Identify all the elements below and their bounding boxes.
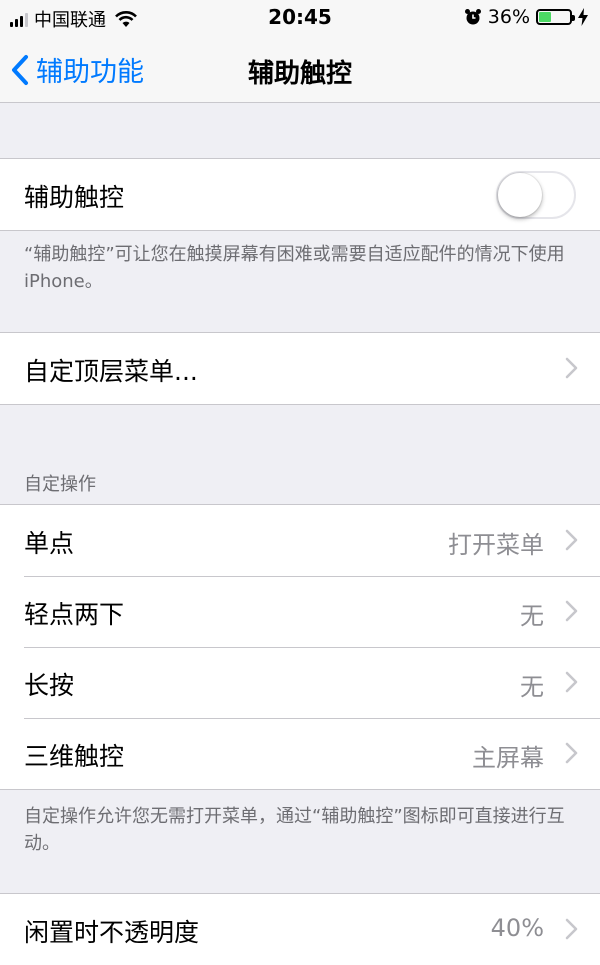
- idle-opacity-value: 40%: [490, 914, 544, 942]
- action-value: 主屏幕: [472, 744, 544, 772]
- action-label: 轻点两下: [24, 600, 125, 629]
- action-value: 无: [520, 602, 544, 630]
- status-bar: 中国联通 20:45 36%: [0, 0, 600, 36]
- toggle-knob: [498, 173, 542, 217]
- status-right: 36%: [464, 6, 588, 28]
- action-row-single-tap[interactable]: 单点 打开菜单: [0, 505, 600, 576]
- action-value: 无: [520, 673, 544, 701]
- action-label: 三维触控: [24, 742, 125, 771]
- custom-menu-label: 自定顶层菜单...: [24, 357, 198, 386]
- alarm-clock-icon: [464, 9, 481, 25]
- custom-actions-footer: 自定操作允许您无需打开菜单，通过“辅助触控”图标即可直接进行互动。: [24, 806, 565, 854]
- chevron-right-icon: [565, 600, 578, 622]
- action-label: 长按: [24, 671, 75, 700]
- custom-menu-row[interactable]: 自定顶层菜单...: [0, 333, 600, 404]
- custom-actions-group: 单点 打开菜单 轻点两下 无 长按 无 三维触控 主屏幕: [0, 504, 600, 790]
- action-row-double-tap[interactable]: 轻点两下 无: [0, 576, 600, 647]
- chevron-right-icon: [565, 671, 578, 693]
- page-title: 辅助触控: [247, 59, 352, 89]
- idle-opacity-group: 闲置时不透明度 40%: [0, 893, 600, 965]
- charging-bolt-icon: [578, 8, 588, 26]
- chevron-right-icon: [565, 529, 578, 551]
- chevron-right-icon: [565, 918, 578, 940]
- action-label: 单点: [24, 529, 75, 558]
- idle-opacity-label: 闲置时不透明度: [24, 918, 200, 947]
- battery-icon: [536, 9, 575, 25]
- action-value: 打开菜单: [448, 531, 544, 559]
- chevron-right-icon: [565, 357, 578, 379]
- assistive-touch-row: 辅助触控: [0, 159, 600, 230]
- assistive-touch-toggle[interactable]: [496, 171, 576, 219]
- action-row-3d-touch[interactable]: 三维触控 主屏幕: [0, 718, 600, 789]
- battery-percent: 36%: [487, 6, 530, 28]
- action-row-long-press[interactable]: 长按 无: [0, 647, 600, 718]
- navigation-bar: 辅助功能 辅助触控: [0, 36, 600, 103]
- battery-fill: [539, 12, 551, 22]
- assistive-touch-label: 辅助触控: [24, 183, 125, 212]
- custom-menu-group: 自定顶层菜单...: [0, 332, 600, 405]
- custom-actions-header: 自定操作: [24, 474, 96, 495]
- assistive-touch-footer: “辅助触控”可让您在触摸屏幕有困难或需要自适应配件的情况下使用 iPhone。: [24, 244, 565, 292]
- battery-nub: [572, 15, 575, 21]
- idle-opacity-row[interactable]: 闲置时不透明度 40%: [0, 894, 600, 965]
- assistive-touch-group: 辅助触控: [0, 158, 600, 231]
- chevron-right-icon: [565, 742, 578, 764]
